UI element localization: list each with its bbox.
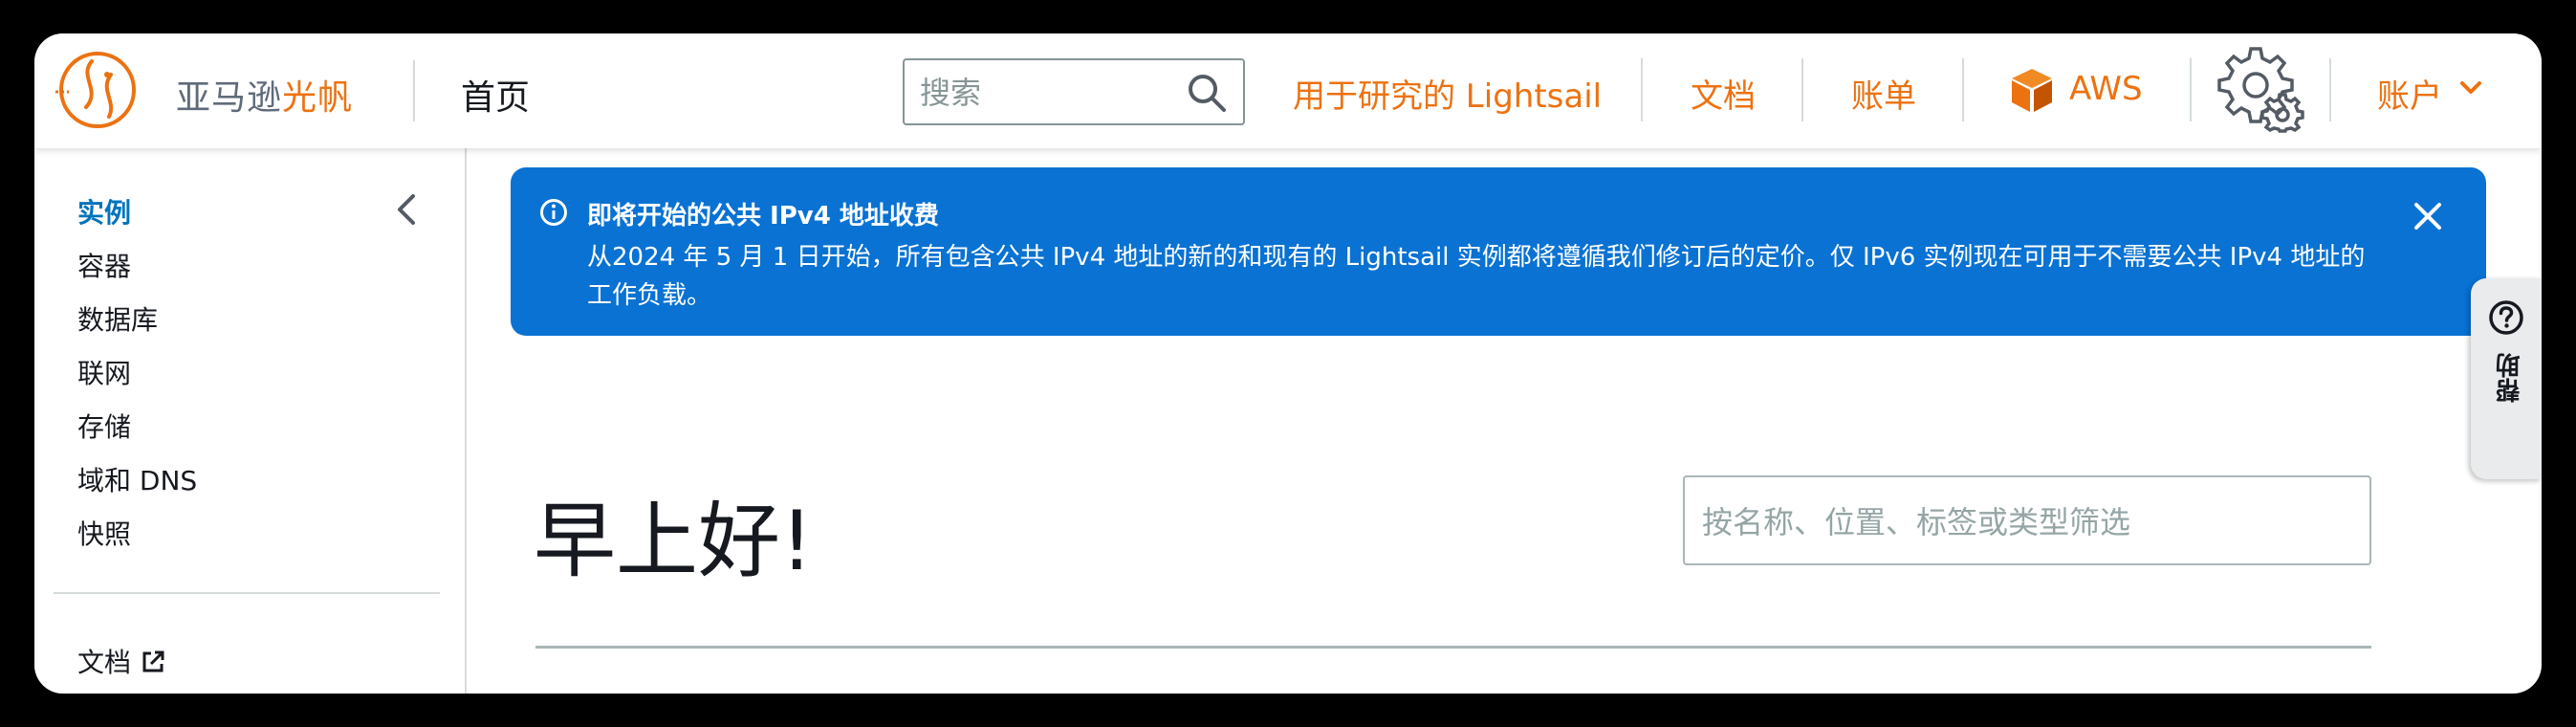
app-window: 亚马逊光帆 首页 用于研究的 Lightsail 文档 账单 AWS bbox=[34, 33, 2542, 694]
help-panel-tab[interactable]: 帮助 bbox=[2471, 278, 2542, 479]
settings-gear-icon[interactable] bbox=[2215, 41, 2310, 137]
filter-input[interactable] bbox=[1700, 500, 2354, 544]
resource-filter[interactable] bbox=[1683, 475, 2371, 565]
nav-research-link[interactable]: 用于研究的 Lightsail bbox=[1293, 70, 1602, 117]
sidebar-item-networking[interactable]: 联网 bbox=[77, 353, 131, 391]
sidebar-item-containers[interactable]: 容器 bbox=[77, 246, 131, 284]
help-tab-label: 帮助 bbox=[2496, 353, 2524, 403]
notification-title: 即将开始的公共 IPv4 地址收费 bbox=[587, 202, 939, 231]
nav-account-menu[interactable]: 账户 bbox=[2377, 70, 2442, 117]
sidebar-item-snapshots[interactable]: 快照 bbox=[77, 514, 131, 552]
sidebar-item-domains-dns[interactable]: 域和 DNS bbox=[77, 460, 197, 498]
brand-name[interactable]: 亚马逊光帆 bbox=[176, 70, 353, 120]
aws-cube-icon[interactable] bbox=[2008, 66, 2056, 114]
sidebar-docs-label: 文档 bbox=[77, 647, 132, 678]
search-box[interactable] bbox=[903, 58, 1245, 125]
nav-docs-link[interactable]: 文档 bbox=[1691, 70, 1756, 117]
lightsail-logo-icon[interactable] bbox=[54, 48, 138, 132]
chevron-left-icon[interactable] bbox=[394, 192, 419, 227]
nav-billing-link[interactable]: 账单 bbox=[1851, 70, 1916, 117]
sidebar: 实例 容器 数据库 联网 存储 域和 DNS 快照 文档 bbox=[34, 148, 467, 694]
external-link-icon bbox=[142, 650, 164, 672]
search-input[interactable] bbox=[918, 72, 1180, 114]
sidebar-item-storage[interactable]: 存储 bbox=[77, 407, 131, 445]
divider bbox=[413, 60, 415, 121]
sidebar-docs-link[interactable]: 文档 bbox=[77, 642, 165, 680]
divider bbox=[2329, 58, 2331, 121]
sidebar-item-instances[interactable]: 实例 bbox=[77, 192, 131, 231]
divider bbox=[2190, 58, 2192, 121]
content-divider bbox=[535, 646, 2371, 649]
divider bbox=[1801, 58, 1803, 121]
ipv4-pricing-notification: 即将开始的公共 IPv4 地址收费 从2024 年 5 月 1 日开始，所有包含… bbox=[511, 167, 2486, 336]
divider bbox=[1962, 58, 1964, 121]
greeting-heading: 早上好! bbox=[534, 494, 814, 589]
top-navigation: 亚马逊光帆 首页 用于研究的 Lightsail 文档 账单 AWS bbox=[34, 33, 2542, 148]
sidebar-divider bbox=[54, 592, 440, 594]
chevron-down-icon[interactable] bbox=[2459, 79, 2482, 97]
close-icon[interactable] bbox=[2412, 200, 2444, 232]
help-question-icon bbox=[2489, 300, 2523, 335]
sidebar-item-databases[interactable]: 数据库 bbox=[77, 299, 158, 338]
divider bbox=[1641, 58, 1643, 121]
nav-aws-link[interactable]: AWS bbox=[2069, 70, 2143, 108]
notification-body: 从2024 年 5 月 1 日开始，所有包含公共 IPv4 地址的新的和现有的 … bbox=[587, 243, 2366, 310]
nav-home[interactable]: 首页 bbox=[461, 70, 530, 120]
info-icon bbox=[540, 199, 567, 226]
search-icon[interactable] bbox=[1186, 72, 1228, 114]
